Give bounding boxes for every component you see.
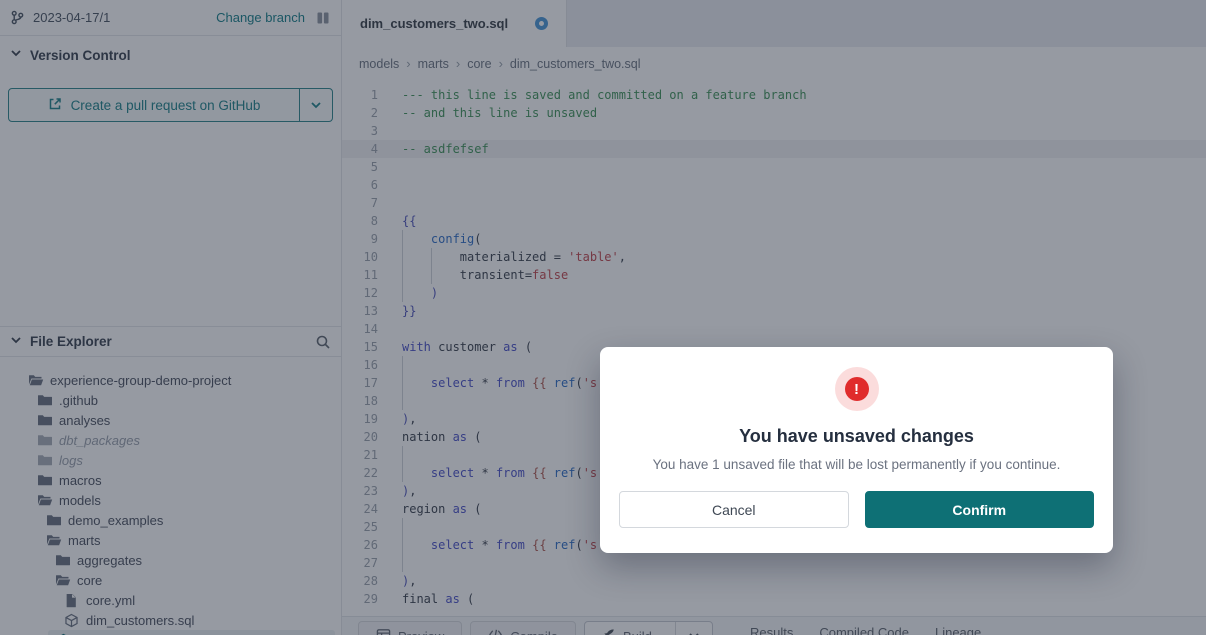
cancel-button[interactable]: Cancel xyxy=(619,491,849,528)
modal-message: You have 1 unsaved file that will be los… xyxy=(600,457,1113,472)
confirm-button[interactable]: Confirm xyxy=(865,491,1095,528)
unsaved-changes-modal: ! You have unsaved changes You have 1 un… xyxy=(600,347,1113,553)
modal-title: You have unsaved changes xyxy=(600,426,1113,447)
exclamation-icon: ! xyxy=(845,377,869,401)
dbt-cloud-ide: 2023-04-17/1 Change branch Version Contr… xyxy=(0,0,1206,635)
alert-icon: ! xyxy=(835,367,879,411)
